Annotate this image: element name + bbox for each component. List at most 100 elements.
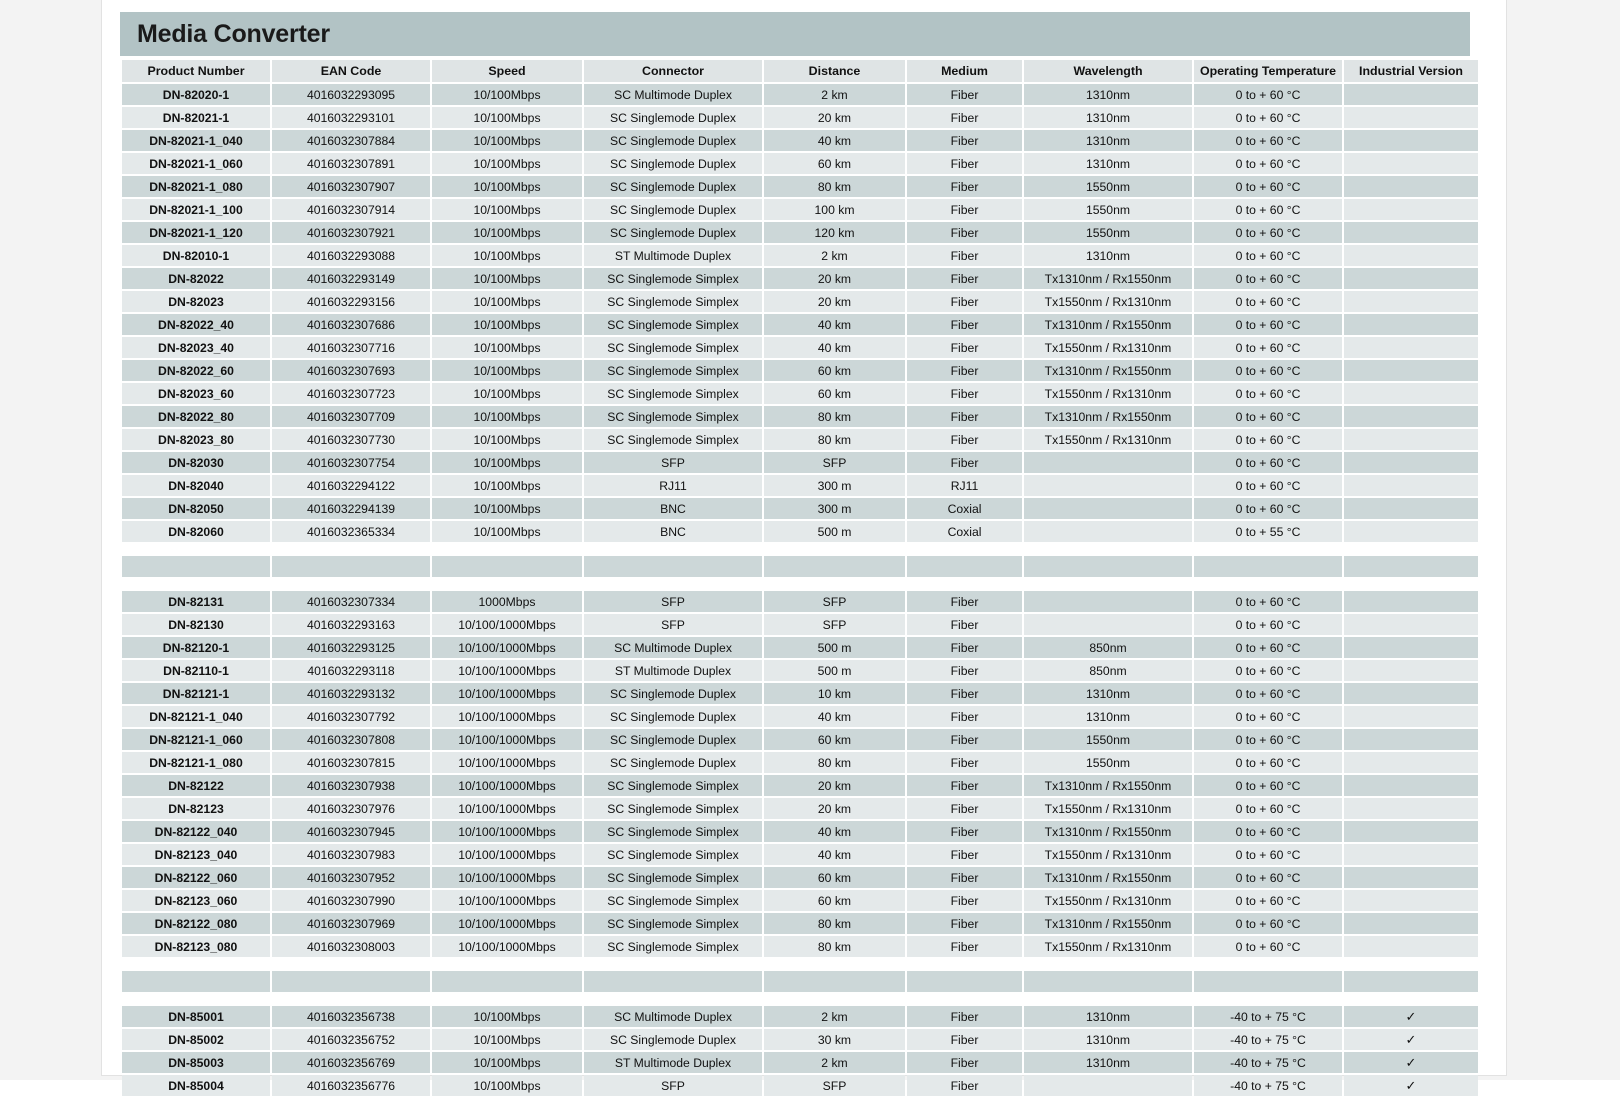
cell-product: DN-82023_40	[122, 337, 270, 358]
cell-connector: SC Singlemode Duplex	[584, 706, 762, 727]
table-row[interactable]: DN-82130401603229316310/100/1000MbpsSFPS…	[122, 614, 1478, 635]
table-row[interactable]: DN-82123_080401603230800310/100/1000Mbps…	[122, 936, 1478, 957]
cell-industrial	[1344, 222, 1478, 243]
table-row[interactable]: DN-82022_80401603230770910/100MbpsSC Sin…	[122, 406, 1478, 427]
cell-distance: SFP	[764, 591, 905, 612]
cell-wavelength	[1024, 498, 1192, 519]
cell-product: DN-82030	[122, 452, 270, 473]
table-row[interactable]: DN-82122_080401603230796910/100/1000Mbps…	[122, 913, 1478, 934]
cell-ean: 4016032307334	[272, 591, 430, 612]
cell-industrial	[1344, 245, 1478, 266]
table-row[interactable]: DN-82120-1401603229312510/100/1000MbpsSC…	[122, 637, 1478, 658]
table-row[interactable]: DN-82023_80401603230773010/100MbpsSC Sin…	[122, 429, 1478, 450]
cell-temperature: 0 to + 60 °C	[1194, 383, 1342, 404]
cell-industrial	[1344, 498, 1478, 519]
cell-temperature: 0 to + 60 °C	[1194, 268, 1342, 289]
table-row[interactable]: DN-82123_060401603230799010/100/1000Mbps…	[122, 890, 1478, 911]
table-row[interactable]: DN-82020-1401603229309510/100MbpsSC Mult…	[122, 84, 1478, 105]
table-row[interactable]: DN-82021-1_040401603230788410/100MbpsSC …	[122, 130, 1478, 151]
table-row[interactable]: DN-82123401603230797610/100/1000MbpsSC S…	[122, 798, 1478, 819]
cell-connector: SC Singlemode Duplex	[584, 199, 762, 220]
table-row[interactable]: DN-82021-1_060401603230789110/100MbpsSC …	[122, 153, 1478, 174]
cell-wavelength: 1550nm	[1024, 222, 1192, 243]
table-row[interactable]: DN-85003401603235676910/100MbpsST Multim…	[122, 1052, 1478, 1073]
table-row[interactable]: DN-85001401603235673810/100MbpsSC Multim…	[122, 1006, 1478, 1027]
datasheet-page: Media Converter Product NumberEAN CodeSp…	[102, 0, 1506, 1075]
table-row[interactable]: DN-82021-1_100401603230791410/100MbpsSC …	[122, 199, 1478, 220]
table-row[interactable]: DN-82022_40401603230768610/100MbpsSC Sin…	[122, 314, 1478, 335]
table-row[interactable]: DN-82023401603229315610/100MbpsSC Single…	[122, 291, 1478, 312]
cell-product: DN-82021-1_040	[122, 130, 270, 151]
cell-temperature: -40 to + 75 °C	[1194, 1029, 1342, 1050]
cell-ean: 4016032307983	[272, 844, 430, 865]
cell-distance: 80 km	[764, 752, 905, 773]
table-row[interactable]: DN-82122_060401603230795210/100/1000Mbps…	[122, 867, 1478, 888]
table-row[interactable]: DN-82021-1_080401603230790710/100MbpsSC …	[122, 176, 1478, 197]
table-row[interactable]: DN-82121-1_040401603230779210/100/1000Mb…	[122, 706, 1478, 727]
gap-cell	[1194, 959, 1342, 969]
cell-medium: Fiber	[907, 337, 1022, 358]
cell-wavelength	[1024, 1075, 1192, 1096]
cell-connector: SC Multimode Duplex	[584, 84, 762, 105]
cell-industrial	[1344, 591, 1478, 612]
cell-speed: 10/100Mbps	[432, 1052, 582, 1073]
cell-medium: Fiber	[907, 614, 1022, 635]
table-row[interactable]: DN-82023_60401603230772310/100MbpsSC Sin…	[122, 383, 1478, 404]
cell-medium: Fiber	[907, 729, 1022, 750]
cell-temperature: 0 to + 60 °C	[1194, 890, 1342, 911]
cell-medium: Fiber	[907, 429, 1022, 450]
table-row[interactable]: DN-85002401603235675210/100MbpsSC Single…	[122, 1029, 1478, 1050]
cell-medium: Fiber	[907, 291, 1022, 312]
cell-wavelength: 1550nm	[1024, 752, 1192, 773]
cell-product: DN-82022_80	[122, 406, 270, 427]
table-row[interactable]: DN-85004401603235677610/100MbpsSFPSFPFib…	[122, 1075, 1478, 1096]
cell-medium: Fiber	[907, 1052, 1022, 1073]
cell-ean: 4016032307914	[272, 199, 430, 220]
cell-connector: SC Multimode Duplex	[584, 637, 762, 658]
cell-medium: Fiber	[907, 245, 1022, 266]
table-row[interactable]: DN-82010-1401603229308810/100MbpsST Mult…	[122, 245, 1478, 266]
table-row[interactable]: DN-82121-1401603229313210/100/1000MbpsSC…	[122, 683, 1478, 704]
table-row[interactable]: DN-82022_60401603230769310/100MbpsSC Sin…	[122, 360, 1478, 381]
table-row[interactable]: DN-8213140160323073341000MbpsSFPSFPFiber…	[122, 591, 1478, 612]
separator-cell-industrial	[1344, 556, 1478, 577]
table-row[interactable]: DN-82050401603229413910/100MbpsBNC300 mC…	[122, 498, 1478, 519]
cell-ean: 4016032307969	[272, 913, 430, 934]
cell-connector: SC Singlemode Simplex	[584, 844, 762, 865]
table-row[interactable]: DN-82122_040401603230794510/100/1000Mbps…	[122, 821, 1478, 842]
gap-cell	[1194, 544, 1342, 554]
cell-connector: ST Multimode Duplex	[584, 245, 762, 266]
gap-cell	[122, 544, 270, 554]
cell-wavelength: 1550nm	[1024, 199, 1192, 220]
cell-industrial	[1344, 637, 1478, 658]
table-row[interactable]: DN-82121-1_060401603230780810/100/1000Mb…	[122, 729, 1478, 750]
gap-cell	[584, 959, 762, 969]
cell-ean: 4016032307938	[272, 775, 430, 796]
table-row[interactable]: DN-82121-1_080401603230781510/100/1000Mb…	[122, 752, 1478, 773]
table-row[interactable]: DN-82023_40401603230771610/100MbpsSC Sin…	[122, 337, 1478, 358]
cell-ean: 4016032307952	[272, 867, 430, 888]
table-row[interactable]: DN-82122401603230793810/100/1000MbpsSC S…	[122, 775, 1478, 796]
cell-product: DN-82123	[122, 798, 270, 819]
table-row[interactable]: DN-82123_040401603230798310/100/1000Mbps…	[122, 844, 1478, 865]
cell-product: DN-82050	[122, 498, 270, 519]
table-row[interactable]: DN-82110-1401603229311810/100/1000MbpsST…	[122, 660, 1478, 681]
check-icon: ✓	[1406, 1055, 1417, 1070]
cell-connector: SC Singlemode Simplex	[584, 383, 762, 404]
cell-connector: SC Singlemode Simplex	[584, 867, 762, 888]
cell-ean: 4016032293101	[272, 107, 430, 128]
cell-distance: 20 km	[764, 268, 905, 289]
table-row[interactable]: DN-82022401603229314910/100MbpsSC Single…	[122, 268, 1478, 289]
cell-wavelength: Tx1310nm / Rx1550nm	[1024, 775, 1192, 796]
cell-wavelength: Tx1310nm / Rx1550nm	[1024, 913, 1192, 934]
table-row[interactable]: DN-82021-1_120401603230792110/100MbpsSC …	[122, 222, 1478, 243]
table-row[interactable]: DN-82030401603230775410/100MbpsSFPSFPFib…	[122, 452, 1478, 473]
cell-product: DN-85002	[122, 1029, 270, 1050]
cell-product: DN-82130	[122, 614, 270, 635]
table-row[interactable]: DN-82060401603236533410/100MbpsBNC500 mC…	[122, 521, 1478, 542]
cell-medium: Fiber	[907, 660, 1022, 681]
table-row[interactable]: DN-82021-1401603229310110/100MbpsSC Sing…	[122, 107, 1478, 128]
table-row[interactable]: DN-82040401603229412210/100MbpsRJ11300 m…	[122, 475, 1478, 496]
gap-cell	[907, 579, 1022, 589]
cell-speed: 10/100Mbps	[432, 314, 582, 335]
